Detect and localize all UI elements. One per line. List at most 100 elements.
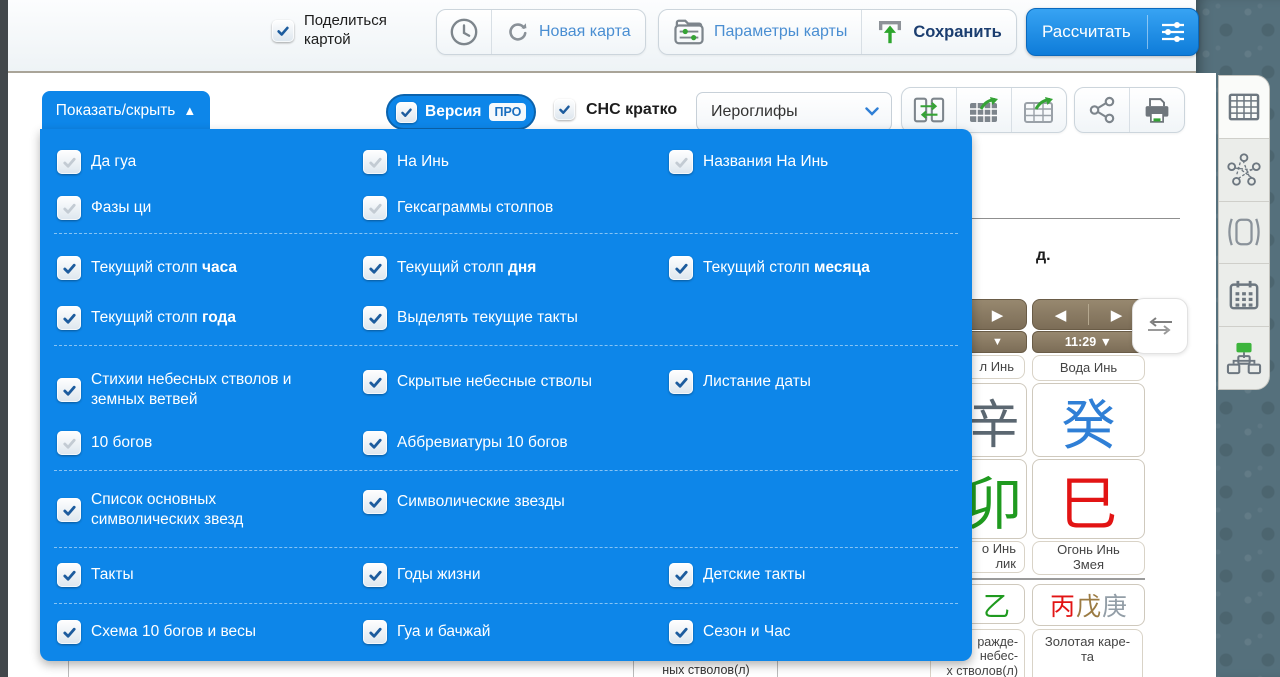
time-selector[interactable]: 11:29 ▼ — [1032, 331, 1145, 353]
export-empty-table-button[interactable] — [1012, 88, 1066, 132]
checkbox[interactable] — [669, 620, 693, 644]
panel-option[interactable]: Гексаграммы столпов — [363, 196, 553, 220]
panel-option[interactable]: Выделять текущие такты — [363, 306, 578, 330]
heavenly-stem-card[interactable]: 癸 — [1032, 383, 1145, 457]
version-checkbox[interactable] — [396, 102, 417, 123]
show-hide-tab[interactable]: Показать/скрыть ▲ — [42, 91, 210, 130]
panel-option-label: Аббревиатуры 10 богов — [397, 433, 568, 453]
sidebar-five-elements-button[interactable] — [1219, 138, 1269, 201]
panel-option-label: На Инь — [397, 152, 449, 172]
panel-option-label: Названия На Инь — [703, 152, 828, 172]
panel-option[interactable]: Текущий столп часа — [57, 256, 237, 280]
checkbox[interactable] — [363, 196, 387, 220]
panel-option[interactable]: Текущий столп месяца — [669, 256, 870, 280]
new-chart-button[interactable]: Новая карта — [492, 10, 645, 54]
share-chart-checkbox[interactable] — [272, 20, 294, 42]
panel-option-label: 10 богов — [91, 433, 152, 453]
sns-short-option[interactable]: СНС кратко — [554, 99, 677, 120]
checkbox[interactable] — [57, 256, 81, 280]
share-chart-option[interactable]: Поделиться картой — [272, 12, 400, 50]
checkbox[interactable] — [57, 563, 81, 587]
version-pro-toggle[interactable]: Версия ПРО — [386, 94, 536, 130]
panel-option[interactable]: Схема 10 богов и весы — [57, 620, 256, 644]
checkbox[interactable] — [363, 370, 387, 394]
panel-option[interactable]: Сезон и Час — [669, 620, 791, 644]
checkbox[interactable] — [669, 563, 693, 587]
calc-settings-button[interactable] — [1148, 9, 1198, 55]
section-divider-line — [945, 218, 1180, 219]
nav-prev-icon[interactable]: ◀ — [1033, 306, 1088, 324]
checkbox[interactable] — [363, 563, 387, 587]
table-border — [777, 661, 778, 677]
earthly-branch-card[interactable]: 巳 — [1032, 459, 1145, 539]
checkbox[interactable] — [363, 150, 387, 174]
panel-option[interactable]: Список основных символических звезд — [57, 490, 311, 530]
checkbox[interactable] — [57, 620, 81, 644]
sliders-icon — [1160, 20, 1186, 44]
checkbox[interactable] — [363, 490, 387, 514]
table-tools-group — [901, 87, 1067, 133]
left-scrollbar[interactable] — [0, 0, 8, 677]
checkbox[interactable] — [363, 256, 387, 280]
checkbox[interactable] — [363, 306, 387, 330]
sidebar-hierarchy-button[interactable] — [1219, 326, 1269, 389]
compare-tables-icon — [913, 96, 945, 124]
chart-params-button[interactable]: Параметры карты — [659, 10, 861, 54]
checkbox[interactable] — [57, 378, 81, 402]
panel-option[interactable]: На Инь — [363, 150, 449, 174]
checkbox[interactable] — [57, 306, 81, 330]
panel-option-label: Сезон и Час — [703, 622, 791, 642]
controls-row: Показать/скрыть ▲ Версия ПРО СНС кратко … — [8, 73, 1216, 130]
panel-option[interactable]: Стихии небесных стволов и земных ветвей — [57, 370, 311, 410]
checkbox[interactable] — [669, 256, 693, 280]
panel-option[interactable]: Да гуа — [57, 150, 136, 174]
calculate-button[interactable]: Рассчитать — [1026, 8, 1199, 56]
org-chart-icon — [1226, 341, 1262, 375]
nav-button-pair[interactable]: ◀ ▶ — [1032, 299, 1145, 330]
hidden-stems-card: 丙戊庚 — [1032, 584, 1145, 626]
panel-option[interactable]: Детские такты — [669, 563, 805, 587]
swap-arrows-icon — [1147, 317, 1173, 335]
pillars-brackets-icon — [1226, 216, 1262, 248]
panel-option[interactable]: Текущий столп года — [57, 306, 236, 330]
panel-option[interactable]: Годы жизни — [363, 563, 480, 587]
checkbox[interactable] — [363, 431, 387, 455]
panel-option[interactable]: 10 богов — [57, 431, 152, 455]
panel-option[interactable]: Гуа и бачжай — [363, 620, 490, 644]
checkbox[interactable] — [57, 196, 81, 220]
panel-option[interactable]: Листание даты — [669, 370, 811, 394]
branch-hieroglyph: 巳 — [1059, 457, 1117, 541]
checkbox[interactable] — [57, 431, 81, 455]
sidebar-chart-table-button[interactable] — [1219, 76, 1269, 138]
panel-option[interactable]: Аббревиатуры 10 богов — [363, 431, 568, 455]
checkbox[interactable] — [57, 498, 81, 522]
panel-option[interactable]: Текущий столп дня — [363, 256, 536, 280]
nav-next-icon: ▶ — [992, 306, 1004, 324]
share-button[interactable] — [1075, 88, 1129, 132]
sns-checkbox[interactable] — [554, 99, 575, 120]
panel-option[interactable]: Скрытые небесные стволы — [363, 370, 592, 394]
panel-option[interactable]: Символические звезды — [363, 490, 565, 514]
panel-option-label: Фазы ци — [91, 198, 151, 218]
symbolic-star-box: Золотая каре- та — [1032, 629, 1143, 677]
sidebar-calendar-button[interactable] — [1219, 263, 1269, 326]
hieroglyphs-select[interactable]: Иероглифы — [696, 92, 892, 131]
swap-direction-button[interactable] — [1132, 298, 1188, 354]
compare-charts-button[interactable] — [902, 88, 956, 132]
export-table-button[interactable] — [957, 88, 1011, 132]
checkbox[interactable] — [363, 620, 387, 644]
checkbox[interactable] — [57, 150, 81, 174]
panel-option-label: Детские такты — [703, 565, 805, 585]
save-button[interactable]: Сохранить — [862, 10, 1015, 54]
checkbox[interactable] — [669, 370, 693, 394]
chevron-down-icon — [865, 107, 879, 116]
sidebar-pillars-view-button[interactable] — [1219, 201, 1269, 264]
show-hide-label: Показать/скрыть — [56, 102, 176, 120]
checkbox[interactable] — [669, 150, 693, 174]
panel-option[interactable]: Названия На Инь — [669, 150, 828, 174]
history-button[interactable] — [437, 10, 491, 54]
panel-option[interactable]: Такты — [57, 563, 134, 587]
panel-divider — [54, 603, 958, 604]
print-button[interactable] — [1130, 88, 1184, 132]
panel-option[interactable]: Фазы ци — [57, 196, 151, 220]
